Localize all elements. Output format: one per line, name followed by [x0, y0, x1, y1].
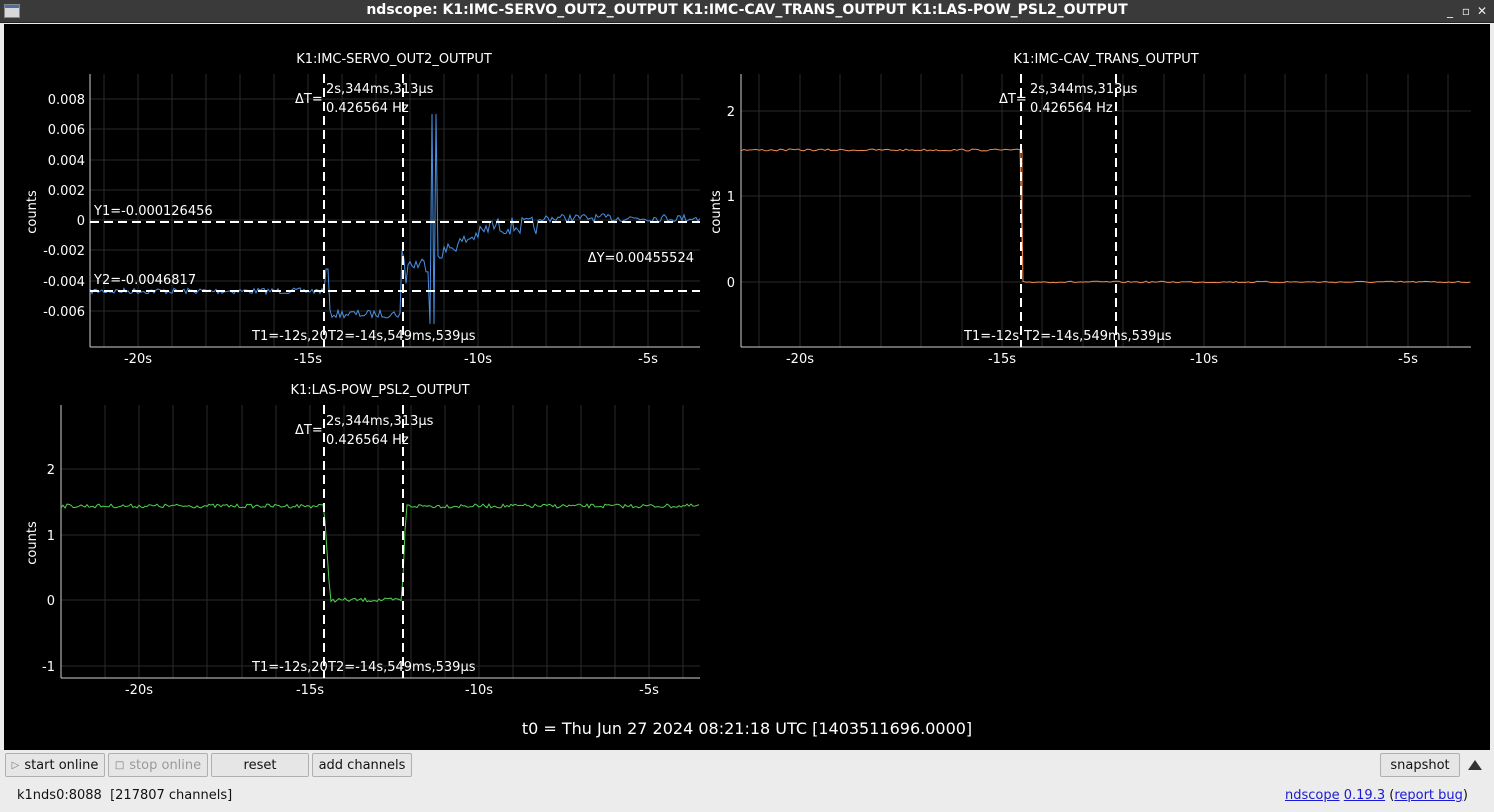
trace-cav-trans [741, 148, 1471, 284]
delta-t-label: ΔT= [295, 92, 323, 107]
t1-label: T1=-12s [963, 329, 1019, 344]
window-title: ndscope: K1:IMC-SERVO_OUT2_OUTPUT K1:IMC… [366, 2, 1128, 18]
expand-arrow-icon[interactable] [1468, 760, 1482, 770]
start-online-label: start online [24, 757, 99, 773]
y-axis-label: counts [25, 190, 40, 234]
y-tick: 2 [47, 463, 55, 478]
x-tick: -15s [294, 352, 322, 367]
x-tick: -20s [124, 352, 152, 367]
x-tick: -20s [125, 683, 153, 698]
delta-t-label: ΔT= [999, 92, 1027, 107]
t2-label: T2=-14s,549ms,539µs [327, 329, 476, 344]
y-tick-labels: 2 1 0 -1 [42, 463, 55, 675]
y-tick: 1 [47, 529, 55, 544]
y-tick: 0.002 [48, 184, 85, 199]
x-tick: -5s [1398, 352, 1418, 367]
delta-t-value: 2s,344ms,313µs [326, 414, 434, 429]
y-tick-labels: 2 1 0 [727, 105, 735, 291]
add-channels-button[interactable]: add channels [312, 753, 412, 777]
y-tick: -0.006 [43, 305, 85, 320]
delta-t-value: 2s,344ms,313µs [326, 82, 434, 97]
snapshot-button[interactable]: snapshot [1380, 753, 1460, 777]
server-address: k1nds0:8088 [17, 788, 102, 803]
t1-label: T1=-12s,20 [251, 660, 328, 675]
plot-las-pow[interactable]: K1:LAS-POW_PSL2_OUTPUT counts 2 1 0 -1 -… [25, 383, 700, 698]
t2-label: T2=-14s,549ms,539µs [1023, 329, 1172, 344]
x-tick: -10s [465, 683, 493, 698]
plot-title: K1:IMC-CAV_TRANS_OUTPUT [1013, 52, 1198, 67]
plot-title: K1:LAS-POW_PSL2_OUTPUT [290, 383, 469, 398]
stop-online-button: □ stop online [108, 753, 208, 777]
plot-title: K1:IMC-SERVO_OUT2_OUTPUT [296, 52, 492, 67]
x-tick: -10s [1190, 352, 1218, 367]
y-tick: 0 [47, 594, 55, 609]
cursor-labels: ΔT= 2s,344ms,313µs 0.426564 Hz T1=-12s,2… [251, 414, 476, 675]
delta-t-value: 2s,344ms,313µs [1030, 82, 1138, 97]
y-tick: -1 [42, 660, 55, 675]
ndscope-link[interactable]: ndscope [1285, 788, 1340, 803]
x-tick: -5s [638, 352, 658, 367]
version-link[interactable]: 0.19.3 [1344, 788, 1385, 803]
cursor-labels: ΔT= 2s,344ms,313µs 0.426564 Hz T1=-12s T… [963, 82, 1172, 344]
stop-online-label: stop online [129, 757, 202, 773]
start-online-button[interactable]: ▷ start online [5, 753, 105, 777]
frequency-value: 0.426564 Hz [326, 433, 409, 448]
x-tick-labels: -20s -15s -10s -5s [125, 683, 659, 698]
plot-area[interactable]: K1:IMC-SERVO_OUT2_OUTPUT counts 0.008 0.… [4, 24, 1490, 750]
y-axis-label: counts [709, 190, 724, 234]
maximize-icon[interactable]: ▫ [1458, 3, 1474, 19]
y-tick: 0.008 [48, 93, 85, 108]
plot-servo-out2[interactable]: K1:IMC-SERVO_OUT2_OUTPUT counts 0.008 0.… [25, 52, 700, 367]
x-tick-labels: -20s -15s -10s -5s [786, 352, 1418, 367]
y-tick: 1 [727, 190, 735, 205]
trace-servo-out2 [90, 113, 700, 325]
y-tick: -0.002 [43, 244, 85, 259]
window-titlebar: ndscope: K1:IMC-SERVO_OUT2_OUTPUT K1:IMC… [0, 0, 1494, 23]
x-tick: -20s [786, 352, 814, 367]
play-icon: ▷ [11, 759, 20, 771]
y-tick: -0.004 [43, 275, 85, 290]
delta-y-label: ΔY=0.00455524 [588, 251, 694, 266]
y-tick: 0 [77, 214, 85, 229]
status-bar: k1nds0:8088 [217807 channels] ndscope 0.… [0, 780, 1494, 812]
x-tick: -10s [464, 352, 492, 367]
report-bug-link[interactable]: report bug [1394, 788, 1463, 803]
delta-t-label: ΔT= [295, 423, 323, 438]
plot-cav-trans[interactable]: K1:IMC-CAV_TRANS_OUTPUT counts 2 1 0 -20… [709, 52, 1471, 367]
y-tick-labels: 0.008 0.006 0.004 0.002 0 -0.002 -0.004 … [43, 93, 85, 320]
y2-label: Y2=-0.0046817 [93, 273, 196, 288]
y-tick: 0 [727, 276, 735, 291]
y-tick: 2 [727, 105, 735, 120]
x-tick: -5s [639, 683, 659, 698]
t1-label: T1=-12s,20 [251, 329, 328, 344]
version-info: ndscope 0.19.3 (report bug) [1284, 788, 1468, 803]
t2-label: T2=-14s,549ms,539µs [327, 660, 476, 675]
trace-las-pow [61, 502, 700, 603]
channel-count: [217807 channels] [110, 788, 233, 803]
frequency-value: 0.426564 Hz [326, 101, 409, 116]
stop-icon: □ [114, 759, 125, 771]
frequency-value: 0.426564 Hz [1030, 101, 1113, 116]
t0-label: t0 = Thu Jun 27 2024 08:21:18 UTC [14035… [522, 719, 972, 738]
y-tick: 0.006 [48, 123, 85, 138]
close-icon[interactable]: ✕ [1474, 3, 1490, 19]
y1-label: Y1=-0.000126456 [93, 204, 213, 219]
reset-button[interactable]: reset [211, 753, 309, 777]
minimize-icon[interactable]: _ [1442, 3, 1458, 19]
x-tick: -15s [296, 683, 324, 698]
y-tick: 0.004 [48, 154, 85, 169]
cursor-labels: ΔT= 2s,344ms,313µs 0.426564 Hz Y1=-0.000… [93, 82, 694, 344]
server-status: k1nds0:8088 [217807 channels] [17, 788, 232, 803]
x-tick: -15s [988, 352, 1016, 367]
y-axis-label: counts [25, 521, 40, 565]
x-tick-labels: -20s -15s -10s -5s [124, 352, 658, 367]
